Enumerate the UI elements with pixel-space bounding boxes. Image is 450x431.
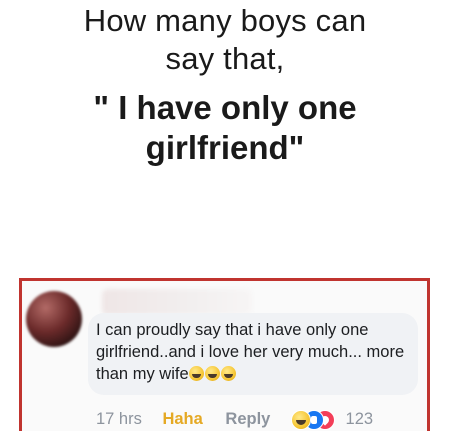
- comment-body: I can proudly say that i have only one g…: [96, 321, 405, 383]
- comment-screenshot-frame: I can proudly say that i have only one g…: [19, 278, 430, 431]
- commenter-name-redacted: [102, 289, 252, 315]
- caption-line-2: say that,: [165, 41, 285, 76]
- comment-action-row: 17 hrs Haha Reply 123: [96, 409, 373, 431]
- reaction-count[interactable]: 123: [346, 410, 374, 429]
- comment-timestamp[interactable]: 17 hrs: [96, 410, 142, 429]
- haha-reaction-icon: [290, 410, 311, 430]
- avatar[interactable]: [26, 291, 82, 347]
- caption-line-1: How many boys can: [83, 3, 367, 38]
- laughing-emoji-icon: [188, 366, 204, 381]
- reaction-summary[interactable]: [290, 409, 335, 430]
- laughing-emoji-icon: [220, 366, 236, 381]
- meme-caption: How many boys can say that, " I have onl…: [0, 0, 450, 168]
- laughing-emoji-icon: [204, 366, 220, 381]
- reply-button[interactable]: Reply: [225, 410, 270, 429]
- caption-quote-line-1: " I have only one: [93, 89, 357, 126]
- comment-bubble: I can proudly say that i have only one g…: [88, 313, 418, 395]
- caption-quote-line-2: girlfriend": [145, 129, 305, 166]
- haha-reaction-button[interactable]: Haha: [162, 410, 202, 429]
- comment-text-block: I can proudly say that i have only one g…: [96, 319, 414, 387]
- comment-emoji-row: [188, 365, 237, 387]
